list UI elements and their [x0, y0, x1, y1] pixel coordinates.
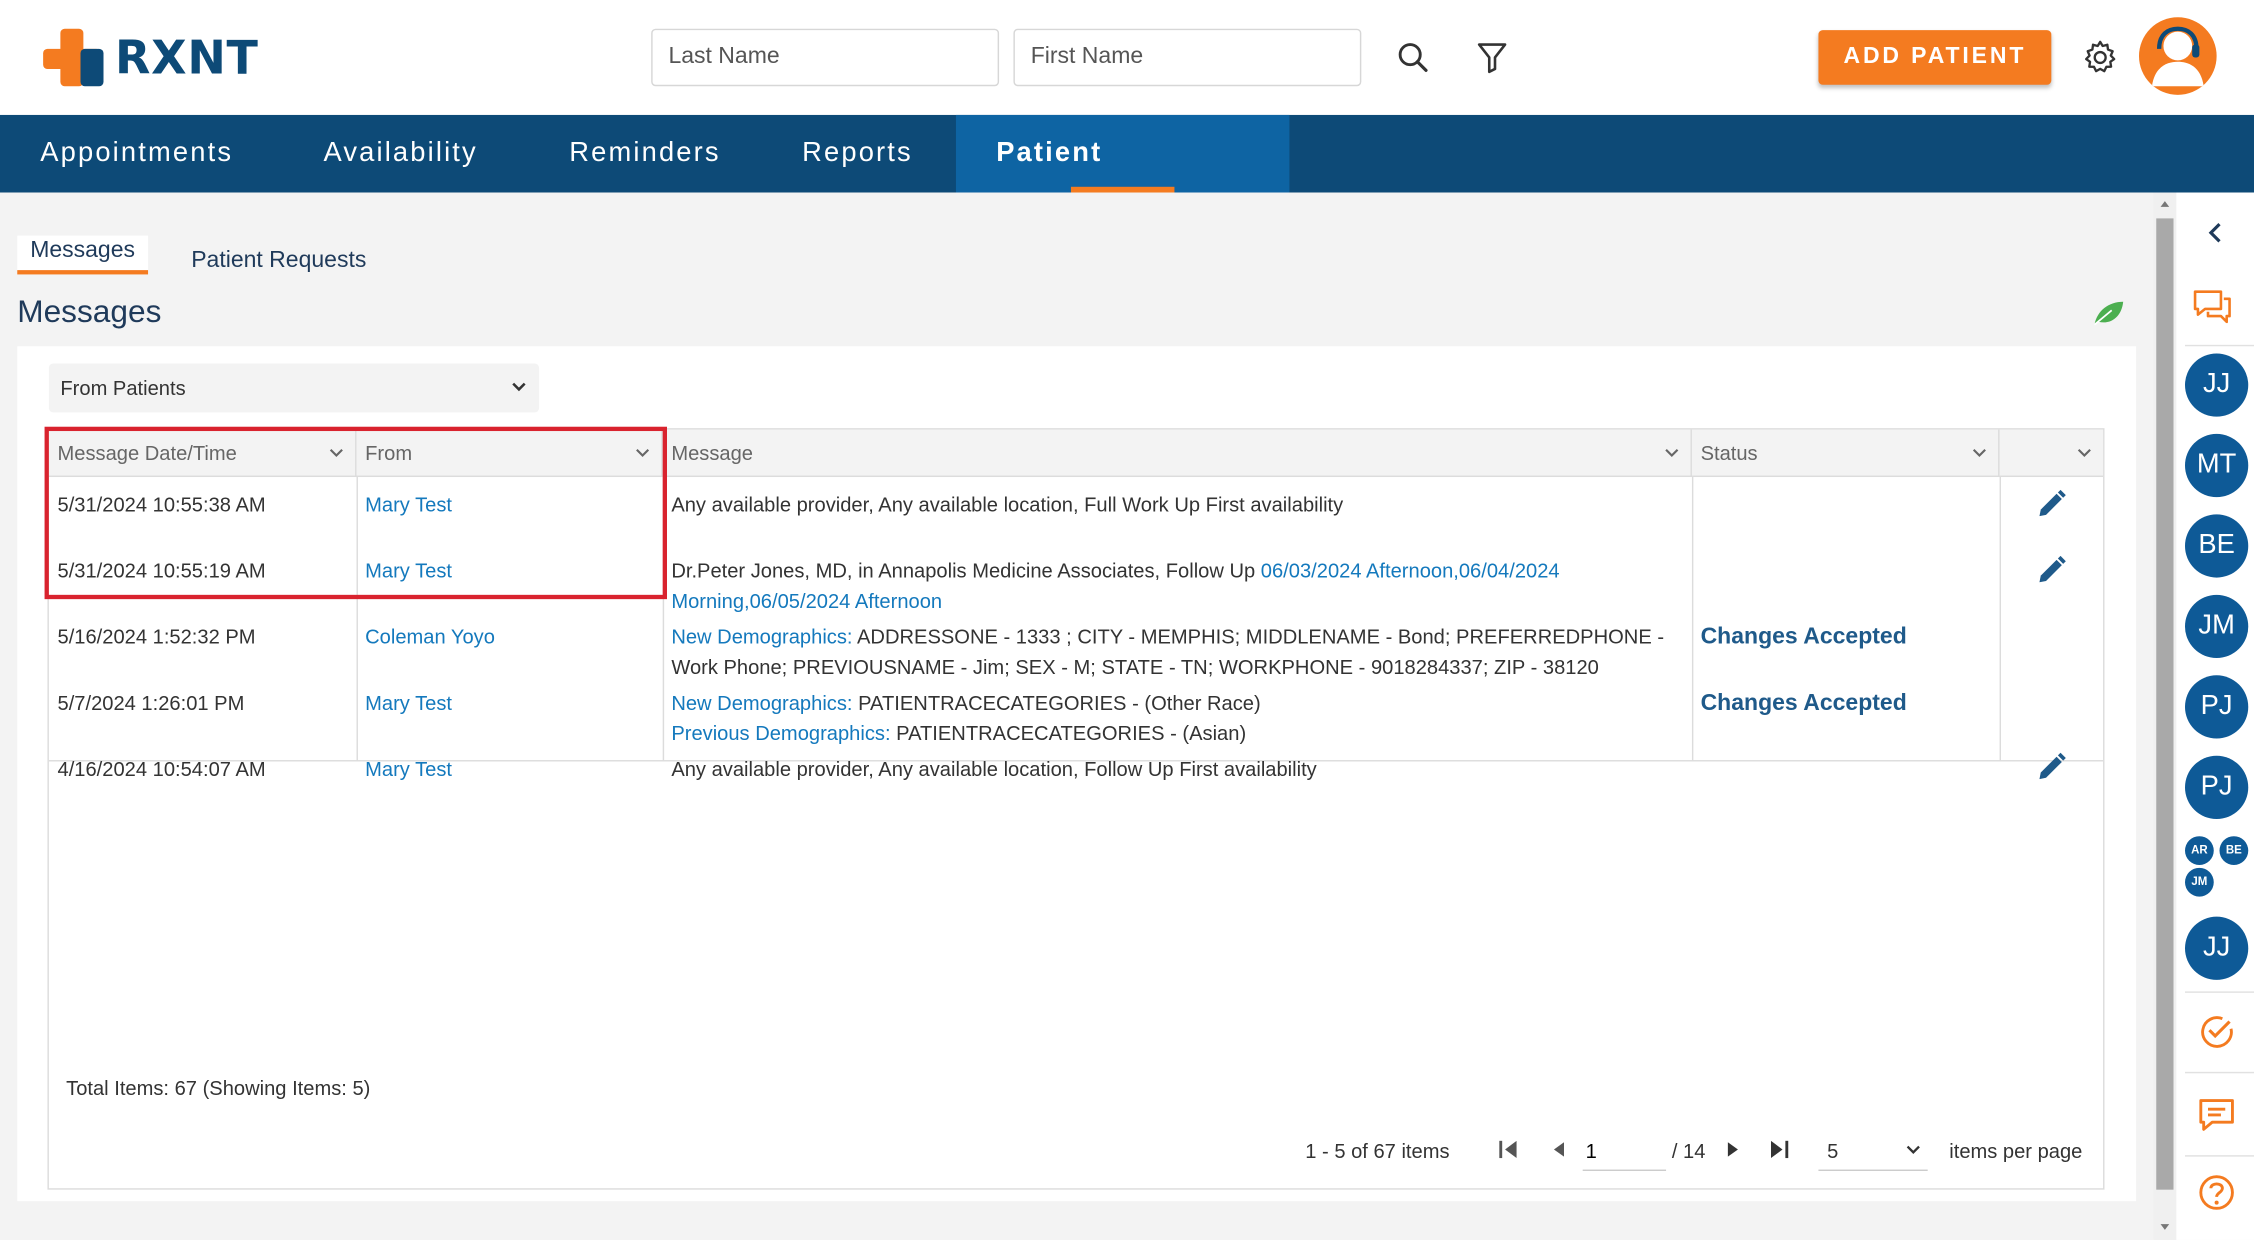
column-header-label: Message	[671, 441, 753, 465]
table-row[interactable]: 4/16/2024 10:54:07 AM Mary Test Any avai…	[49, 741, 2103, 807]
page-title: Messages	[17, 293, 162, 330]
nav-availability[interactable]: Availability	[283, 115, 518, 193]
chevron-down-icon[interactable]	[1665, 430, 1679, 477]
vertical-scrollbar[interactable]	[2153, 192, 2177, 1240]
cell-message: Dr.Peter Jones, MD, in Annapolis Medicin…	[671, 556, 1677, 616]
cell-from-link[interactable]: Coleman Yoyo	[365, 622, 495, 652]
cell-datetime: 5/16/2024 1:52:32 PM	[57, 625, 256, 648]
last-page-icon[interactable]	[1768, 1138, 1791, 1161]
first-name-input[interactable]	[1013, 28, 1362, 87]
user-avatar-icon	[2151, 26, 2204, 87]
new-demographics-link[interactable]: New Demographics:	[671, 691, 852, 714]
leaf-icon[interactable]	[2092, 299, 2127, 328]
nav-reminders[interactable]: Reminders	[529, 115, 761, 193]
table-row[interactable]: 5/7/2024 1:26:01 PM Mary Test New Demogr…	[49, 675, 2103, 744]
user-chip-be[interactable]: BE	[2185, 514, 2249, 578]
cell-message: New Demographics: ADDRESSONE - 1333 ; CI…	[671, 622, 1686, 682]
chevron-down-icon	[512, 382, 526, 392]
cell-message: Any available provider, Any available lo…	[671, 757, 1317, 781]
pager-range: 1 - 5 of 67 items	[1305, 1139, 1450, 1163]
right-sidebar: JJ MT BE JM PJ PJ AR BE JM JJ	[2176, 192, 2254, 1240]
next-page-icon[interactable]	[1724, 1138, 1744, 1161]
pencil-icon[interactable]	[2036, 555, 2068, 587]
message-date-link[interactable]: 06/03/2024 Afternoon,06/04/2024	[1261, 559, 1560, 582]
page-size-select[interactable]: 5	[1818, 1131, 1928, 1171]
message-source-value: From Patients	[60, 376, 186, 400]
tab-messages[interactable]: Messages	[17, 235, 148, 275]
pencil-icon[interactable]	[2036, 751, 2068, 783]
chevron-down-icon[interactable]	[1972, 430, 1986, 477]
group-member-ar: AR	[2185, 836, 2214, 865]
column-header-message[interactable]: Message	[663, 429, 1692, 478]
content-area: Messages Patient Requests Messages From …	[0, 192, 2154, 1240]
help-icon[interactable]	[2197, 1172, 2237, 1212]
items-per-page-label: items per page	[1949, 1139, 2083, 1163]
status-changes-accepted: Changes Accepted	[1700, 691, 1907, 716]
chat-bubbles-icon[interactable]	[2191, 287, 2234, 327]
table-row[interactable]: 5/16/2024 1:52:32 PM Coleman Yoyo New De…	[49, 609, 2103, 678]
user-avatar[interactable]	[2139, 17, 2217, 95]
message-text: PATIENTRACECATEGORIES - (Other Race)	[852, 691, 1261, 715]
chevron-down-icon[interactable]	[2077, 430, 2091, 477]
app-header: RXNT ADD PATIENT	[0, 0, 2254, 115]
group-member-jm: JM	[2185, 867, 2214, 897]
first-page-icon[interactable]	[1496, 1138, 1519, 1161]
user-chip-mt[interactable]: MT	[2185, 433, 2249, 498]
page-number-input[interactable]	[1582, 1130, 1667, 1171]
cell-datetime: 5/7/2024 1:26:01 PM	[57, 691, 245, 715]
scroll-down-icon[interactable]	[2159, 1221, 2171, 1232]
nav-appointments[interactable]: Appointments	[0, 115, 273, 193]
prev-page-icon[interactable]	[1548, 1138, 1568, 1161]
user-chip-jj-2[interactable]: JJ	[2185, 916, 2249, 980]
message-text: ADDRESSONE - 1333 ; CITY - MEMPHIS; MIDD…	[852, 625, 1665, 648]
cell-from-link[interactable]: Mary Test	[365, 754, 452, 784]
search-icon[interactable]	[1396, 40, 1431, 74]
scrollbar-thumb[interactable]	[2156, 218, 2174, 1190]
nav-patient-requests[interactable]: Patient Requests	[955, 114, 1290, 246]
filter-icon[interactable]	[1475, 40, 1510, 74]
chevron-left-icon[interactable]	[2205, 221, 2225, 244]
tab-patient-requests[interactable]: Patient Requests	[191, 249, 366, 275]
user-chip-pj-2[interactable]: PJ	[2185, 755, 2249, 819]
task-check-icon[interactable]	[2197, 1012, 2237, 1052]
cell-message: Any available provider, Any available lo…	[671, 492, 1344, 516]
cell-from-link[interactable]: Mary Test	[365, 688, 452, 718]
user-chip-pj[interactable]: PJ	[2185, 675, 2249, 739]
last-name-input[interactable]	[651, 28, 1000, 87]
main-nav: Appointments Availability Reminders Repo…	[0, 114, 2254, 246]
add-patient-button[interactable]: ADD PATIENT	[1818, 30, 2052, 85]
gear-icon[interactable]	[2082, 39, 2119, 76]
user-chip-jj[interactable]: JJ	[2185, 353, 2249, 417]
message-text: Dr.Peter Jones, MD, in Annapolis Medicin…	[671, 558, 1261, 582]
total-items-text: Total Items: 67 (Showing Items: 5)	[66, 1076, 371, 1100]
column-header-label: Status	[1700, 441, 1758, 465]
group-member-be: BE	[2219, 836, 2249, 865]
rxnt-logo[interactable]: RXNT	[43, 28, 259, 87]
new-demographics-link[interactable]: New Demographics:	[671, 625, 852, 648]
cell-message: New Demographics: PATIENTRACECATEGORIES …	[671, 688, 1686, 748]
highlight-box	[44, 426, 667, 600]
cell-datetime: 4/16/2024 10:54:07 AM	[57, 757, 266, 781]
scroll-up-icon[interactable]	[2159, 198, 2171, 209]
logo-text: RXNT	[115, 30, 259, 85]
status-changes-accepted: Changes Accepted	[1700, 625, 1907, 650]
logo-cross-icon	[43, 28, 106, 87]
page-total: / 14	[1671, 1139, 1706, 1163]
message-source-select[interactable]: From Patients	[48, 363, 540, 413]
page-size-value: 5	[1827, 1139, 1839, 1163]
column-header-actions[interactable]	[2000, 430, 2104, 477]
column-header-status[interactable]: Status	[1692, 429, 2000, 478]
user-chip-jm[interactable]: JM	[2185, 594, 2249, 659]
pencil-icon[interactable]	[2036, 489, 2068, 521]
nav-reports[interactable]: Reports	[762, 115, 953, 193]
chevron-down-icon	[1906, 1145, 1920, 1154]
message-icon[interactable]	[2197, 1095, 2237, 1135]
